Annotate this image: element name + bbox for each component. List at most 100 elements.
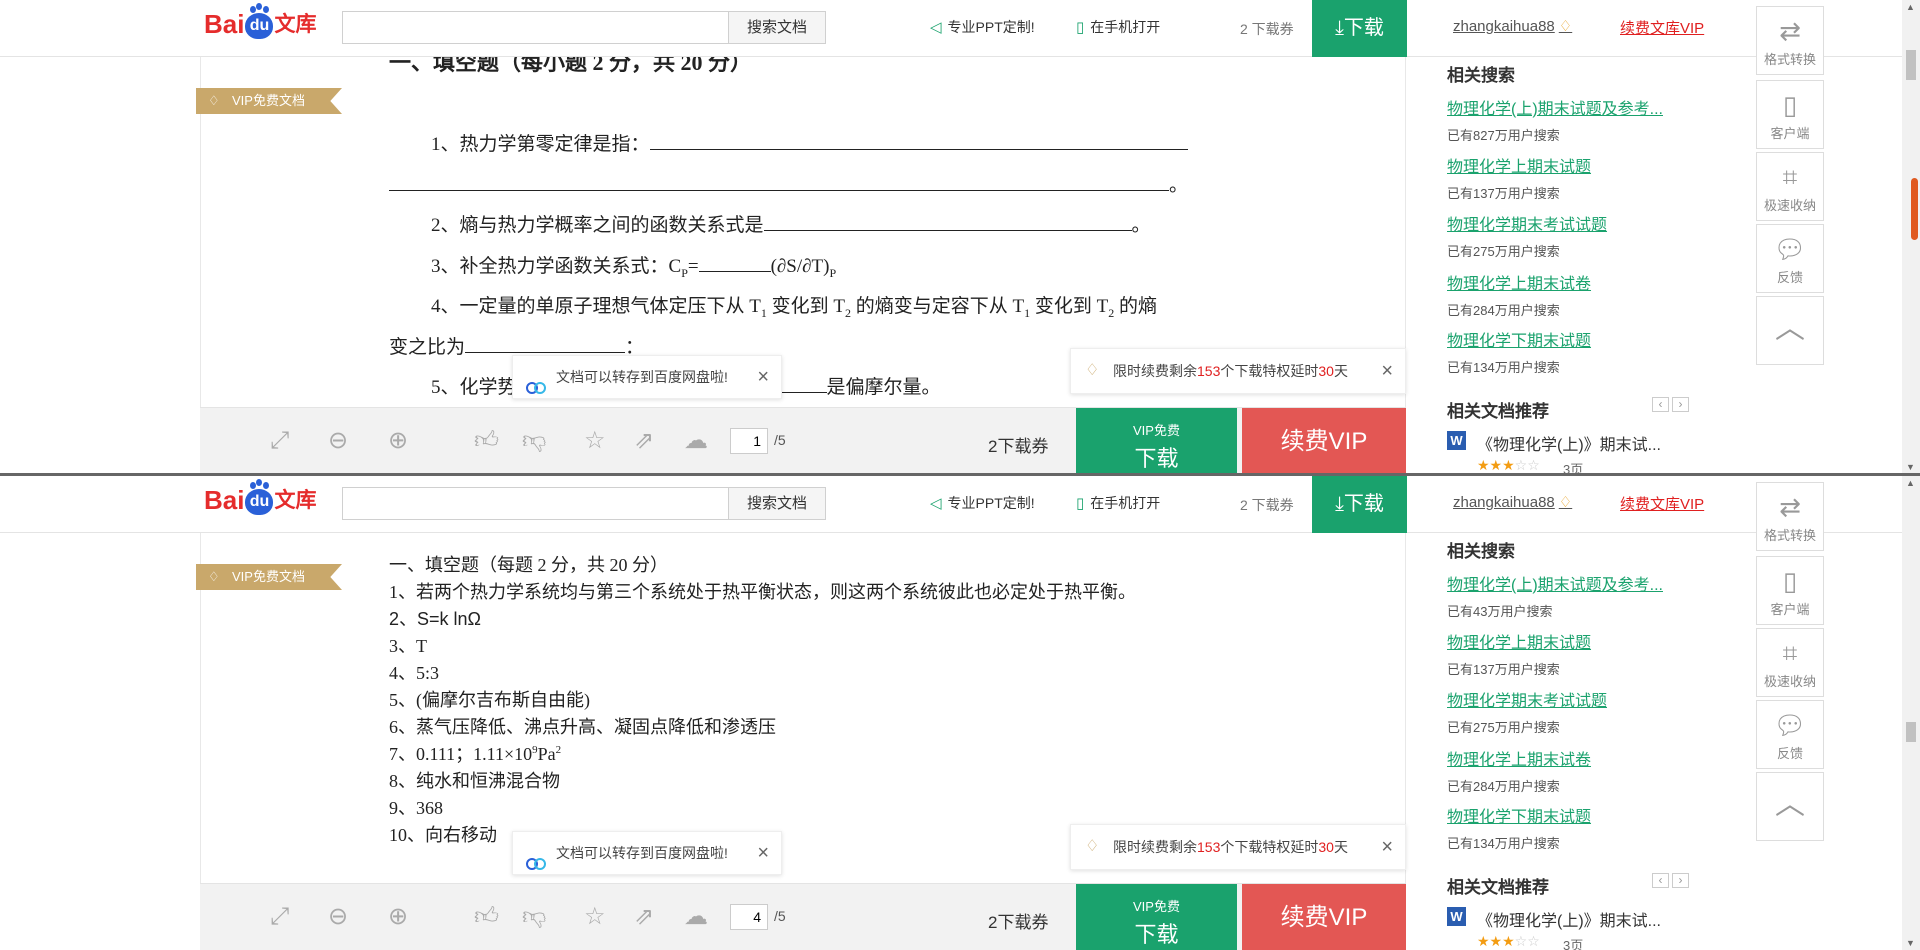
format-convert-tool[interactable]: ⇄ 格式转换 [1756,482,1824,551]
related-search-link[interactable]: 物理化学期末考试试题 [1447,211,1607,235]
feedback-tool[interactable]: 💬︎ 反馈 [1756,224,1824,293]
reco-pager[interactable]: ‹ › [1652,397,1692,412]
username-link[interactable]: zhangkaihua88 ♢ [1453,493,1572,511]
search-input[interactable] [342,11,729,44]
page-number-input[interactable] [730,428,768,454]
related-search-item[interactable]: 物理化学上期末试卷已有284万用户搜索 [1447,746,1591,795]
fullscreen-icon[interactable]: ⤢ [270,904,289,930]
tip-post: 天 [1333,363,1348,379]
renew-vip-link[interactable]: 续费文库VIP [1620,17,1704,38]
related-search-item[interactable]: 物理化学下期末试题 已有134万用户搜索 [1447,803,1591,852]
thumbs-down-icon[interactable]: 👎︎ [522,904,546,930]
swap-arrows-icon: ⇄ [1779,16,1801,46]
zoom-in-icon[interactable]: ⊕ [388,904,408,930]
vip-tag-label: VIP免费文档 [232,569,305,584]
reco-pager[interactable]: ‹ › [1652,873,1692,888]
scroll-up-arrow[interactable]: ▲ [1906,478,1915,488]
cloud-save-icon[interactable]: ☁ [684,428,708,454]
close-icon[interactable]: × [757,356,769,398]
zoom-out-icon[interactable]: ⊖ [328,428,348,454]
search-button[interactable]: 搜索文档 [728,487,826,520]
open-on-phone-link[interactable]: ▯ 在手机打开 [1076,493,1160,513]
related-search-item[interactable]: 物理化学上期末试题 已有137万用户搜索 [1447,153,1591,202]
related-search-link[interactable]: 物理化学期末考试试题 [1447,687,1607,711]
scroll-thumb[interactable] [1906,722,1916,742]
next-arrow-icon[interactable]: › [1672,873,1689,888]
related-search-item[interactable]: 物理化学(上)期末试题及参考... 已有43万用户搜索 [1447,571,1663,620]
reco-doc-link[interactable]: 《物理化学(上)》期末试... [1477,907,1661,931]
zoom-in-icon[interactable]: ⊕ [388,428,408,454]
vip-free-download-button[interactable]: VIP免费 下载 [1076,884,1237,950]
related-search-item[interactable]: 物理化学(上)期末试题及参考... 已有827万用户搜索 [1447,95,1663,144]
related-search-link[interactable]: 物理化学上期末试卷 [1447,270,1591,294]
scroll-up-arrow[interactable]: ▲ [1906,2,1915,12]
related-search-item[interactable]: 物理化学期末考试试题 已有275万用户搜索 [1447,687,1607,736]
share-icon[interactable]: ⇗ [634,904,654,930]
username-link[interactable]: zhangkaihua88 ♢ [1453,17,1572,35]
client-app-tool[interactable]: ▯ 客户端 [1756,80,1824,149]
related-search-link[interactable]: 物理化学(上)期末试题及参考... [1447,95,1663,119]
related-search-link[interactable]: 物理化学下期末试题 [1447,327,1591,351]
related-search-item[interactable]: 物理化学下期末试题 已有134万用户搜索 [1447,327,1591,376]
open-on-phone-link[interactable]: ▯ 在手机打开 [1076,17,1160,37]
blank [763,217,1132,231]
ppt-custom-link[interactable]: ◁ 专业PPT定制! [930,493,1035,513]
thumbs-up-icon[interactable]: 👍︎ [474,428,499,454]
close-icon[interactable]: × [757,832,769,874]
thumbs-up-icon[interactable]: 👍︎ [474,904,499,930]
related-search-link[interactable]: 物理化学上期末试题 [1447,629,1591,653]
related-search-link[interactable]: 物理化学上期末试题 [1447,153,1591,177]
reco-doc-link[interactable]: 《物理化学(上)》期末试... [1477,431,1661,455]
renew-vip-button[interactable]: 续费VIP [1242,408,1406,474]
back-to-top-button[interactable]: ︿ [1756,772,1824,841]
scroll-down-arrow[interactable]: ▼ [1906,938,1915,948]
scrollbar[interactable]: ▲ ▼ [1902,476,1920,950]
page-number-input[interactable] [730,904,768,930]
share-icon[interactable]: ⇗ [634,428,654,454]
thumbs-down-icon[interactable]: 👎︎ [522,428,546,454]
related-search-item[interactable]: 物理化学上期末试题 已有137万用户搜索 [1447,629,1591,678]
top-nav-bar: Bai du 文库 搜索文档 ◁ 专业PPT定制! ▯ 在手机打开 2 下载券 ⤓下载 … [0,476,1920,533]
next-arrow-icon[interactable]: › [1672,397,1689,412]
scroll-down-arrow[interactable]: ▼ [1906,462,1915,472]
baidu-wenku-logo[interactable]: Bai du 文库 [204,8,324,48]
search-button[interactable]: 搜索文档 [728,11,826,44]
star-icon[interactable]: ☆ [584,904,606,930]
client-app-tool[interactable]: ▯ 客户端 [1756,556,1824,625]
zoom-out-icon[interactable]: ⊖ [328,904,348,930]
download-button[interactable]: ⤓下载 [1312,476,1407,533]
related-search-item[interactable]: 物理化学期末考试试题 已有275万用户搜索 [1447,211,1607,260]
download-button[interactable]: ⤓下载 [1312,0,1407,57]
blank [465,339,626,353]
star-icon[interactable]: ☆ [584,428,606,454]
renew-vip-button[interactable]: 续费VIP [1242,884,1406,950]
fullscreen-icon[interactable]: ⤢ [270,428,289,454]
back-to-top-button[interactable]: ︿ [1756,296,1824,365]
logo-text: Bai [204,9,245,39]
related-search-link[interactable]: 物理化学下期末试题 [1447,803,1591,827]
format-convert-tool[interactable]: ⇄ 格式转换 [1756,6,1824,75]
close-icon[interactable]: × [1381,825,1393,869]
related-search-item[interactable]: 物理化学上期末试卷 已有284万用户搜索 [1447,270,1591,319]
scroll-thumb[interactable] [1906,50,1916,80]
ppt-custom-link[interactable]: ◁ 专业PPT定制! [930,17,1035,37]
cloud-save-icon[interactable]: ☁ [684,904,708,930]
prev-arrow-icon[interactable]: ‹ [1652,397,1669,412]
renew-vip-link[interactable]: 续费文库VIP [1620,493,1704,514]
vip-free-download-button[interactable]: VIP免费 下载 [1076,408,1237,474]
toolbar-coupon: 2下载券 [988,913,1049,932]
quick-collect-tool[interactable]: ⌗ 极速收纳 [1756,628,1824,697]
baidu-wenku-logo[interactable]: Bai du 文库 [204,484,324,524]
close-icon[interactable]: × [1381,349,1393,393]
quick-collect-tool[interactable]: ⌗ 极速收纳 [1756,152,1824,221]
related-search-link[interactable]: 物理化学(上)期末试题及参考... [1447,571,1663,595]
speaker-icon: ◁ [930,495,942,512]
related-search-link[interactable]: 物理化学上期末试卷 [1447,746,1591,770]
vip-tag-label: VIP免费文档 [232,93,305,108]
prev-arrow-icon[interactable]: ‹ [1652,873,1669,888]
feedback-tool[interactable]: 💬︎ 反馈 [1756,700,1824,769]
q5-a: 5、化学势 [431,377,517,398]
search-count: 已有284万用户搜索 [1447,779,1560,794]
search-input[interactable] [342,487,729,520]
download-label: 下载 [1343,17,1384,39]
